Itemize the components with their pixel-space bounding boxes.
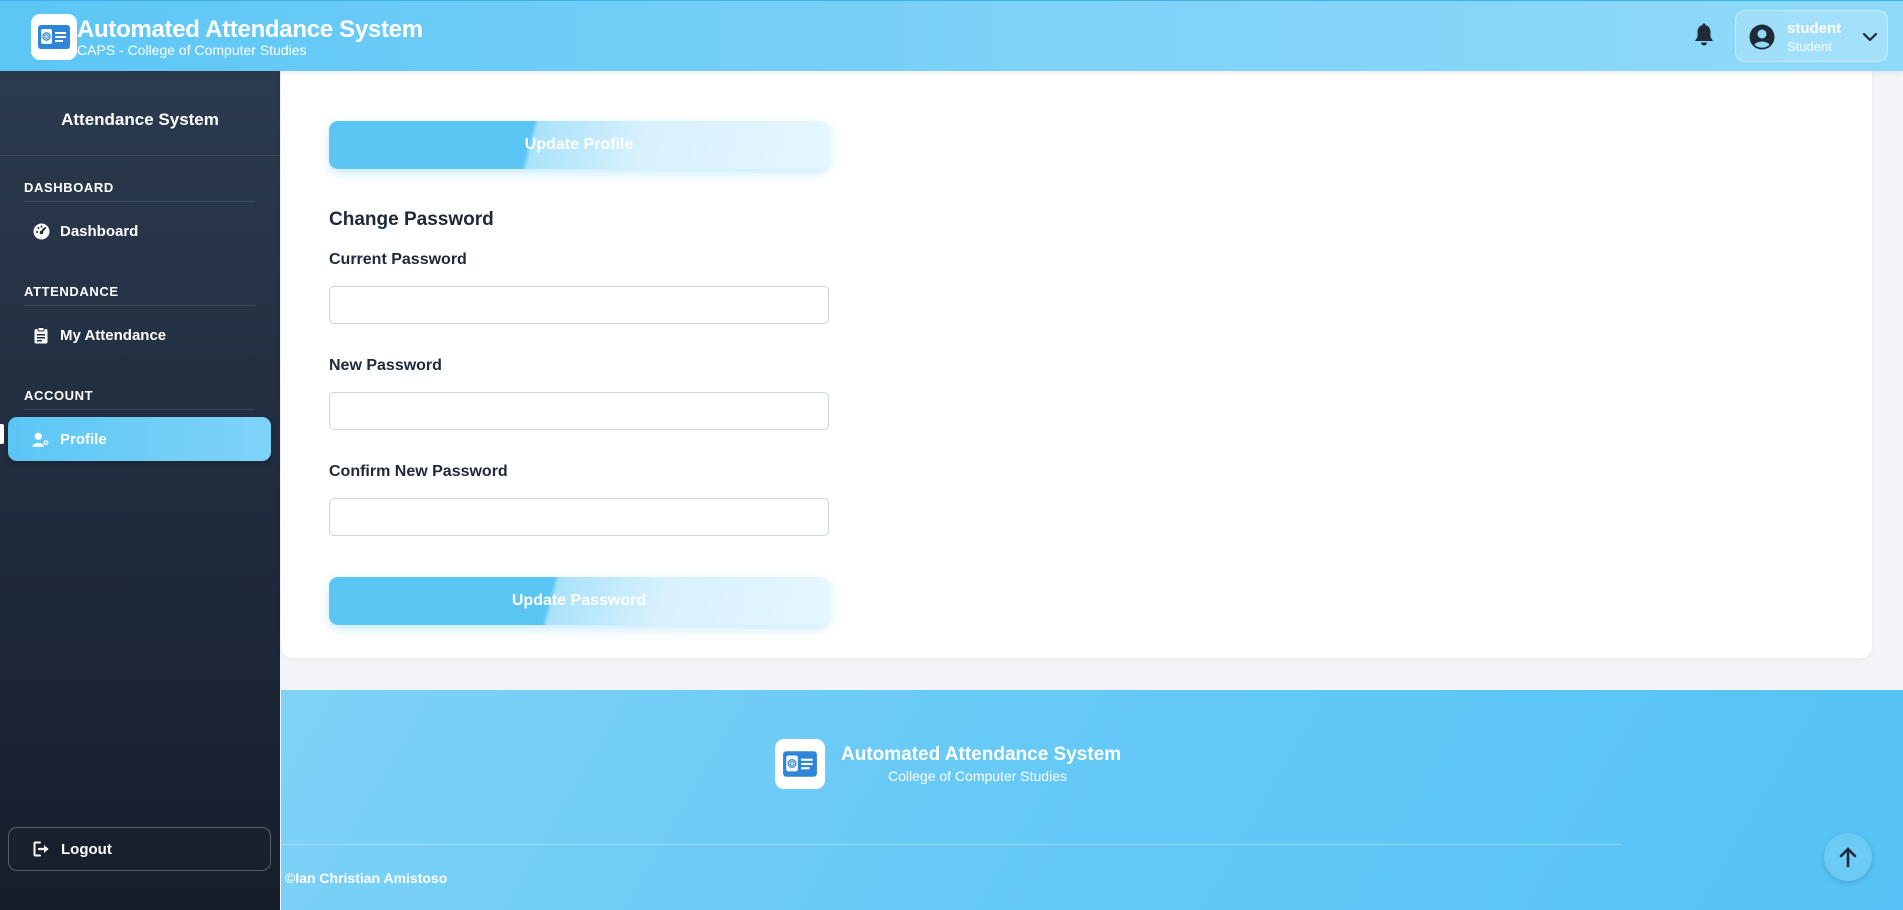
section-label-attendance: ATTENDANCE: [24, 284, 255, 306]
footer-copyright: ©Ian Christian Amistoso: [285, 870, 448, 886]
section-label-dashboard: DASHBOARD: [24, 180, 255, 202]
footer-title: Automated Attendance System: [841, 744, 1122, 765]
sidebar-item-profile[interactable]: Profile: [8, 417, 271, 461]
gauge-icon: [32, 222, 50, 240]
current-password-input[interactable]: [329, 286, 829, 324]
app-subtitle: CAPS - College of Computer Studies: [77, 42, 307, 58]
id-card-icon: [38, 25, 70, 49]
top-header: Automated Attendance System CAPS - Colle…: [0, 0, 1903, 71]
sidebar: Attendance System DASHBOARD Dashboard AT…: [0, 71, 280, 910]
footer-logo: [775, 739, 825, 789]
footer: Automated Attendance System College of C…: [281, 690, 1903, 910]
bell-icon: [1695, 23, 1713, 46]
sidebar-title: Attendance System: [0, 71, 280, 156]
confirm-password-input[interactable]: [329, 498, 829, 536]
scroll-to-top-button[interactable]: [1824, 833, 1872, 881]
user-menu[interactable]: student Student: [1735, 10, 1888, 62]
notification-bell-button[interactable]: [1691, 21, 1717, 49]
footer-subtitle: College of Computer Studies: [888, 768, 1067, 784]
logout-label: Logout: [61, 840, 112, 858]
clipboard-icon: [32, 326, 50, 344]
user-name: student: [1787, 20, 1842, 37]
id-card-icon: [783, 751, 817, 777]
user-role: Student: [1787, 39, 1832, 54]
new-password-label: New Password: [329, 357, 442, 374]
section-label-account: ACCOUNT: [24, 388, 255, 410]
new-password-input[interactable]: [329, 392, 829, 430]
sidebar-item-my-attendance[interactable]: My Attendance: [8, 313, 271, 357]
change-password-heading: Change Password: [329, 209, 494, 230]
user-avatar-icon: [1749, 24, 1775, 50]
sidebar-item-label: Profile: [60, 430, 107, 448]
update-password-button[interactable]: Update Password: [329, 577, 829, 625]
app-title: Automated Attendance System: [77, 16, 423, 43]
arrow-up-icon: [1839, 847, 1857, 868]
current-password-label: Current Password: [329, 251, 467, 268]
user-gear-icon: [32, 430, 50, 448]
update-profile-button[interactable]: Update Profile: [329, 121, 829, 169]
app-logo[interactable]: [31, 14, 77, 60]
chevron-down-icon: [1862, 32, 1878, 42]
active-indicator: [0, 424, 4, 444]
logout-icon: [33, 840, 51, 858]
sidebar-item-label: Dashboard: [60, 222, 139, 240]
confirm-password-label: Confirm New Password: [329, 463, 508, 480]
sidebar-item-label: My Attendance: [60, 326, 167, 344]
footer-divider: [281, 844, 1621, 845]
logout-button[interactable]: Logout: [8, 827, 271, 871]
sidebar-item-dashboard[interactable]: Dashboard: [8, 209, 271, 253]
